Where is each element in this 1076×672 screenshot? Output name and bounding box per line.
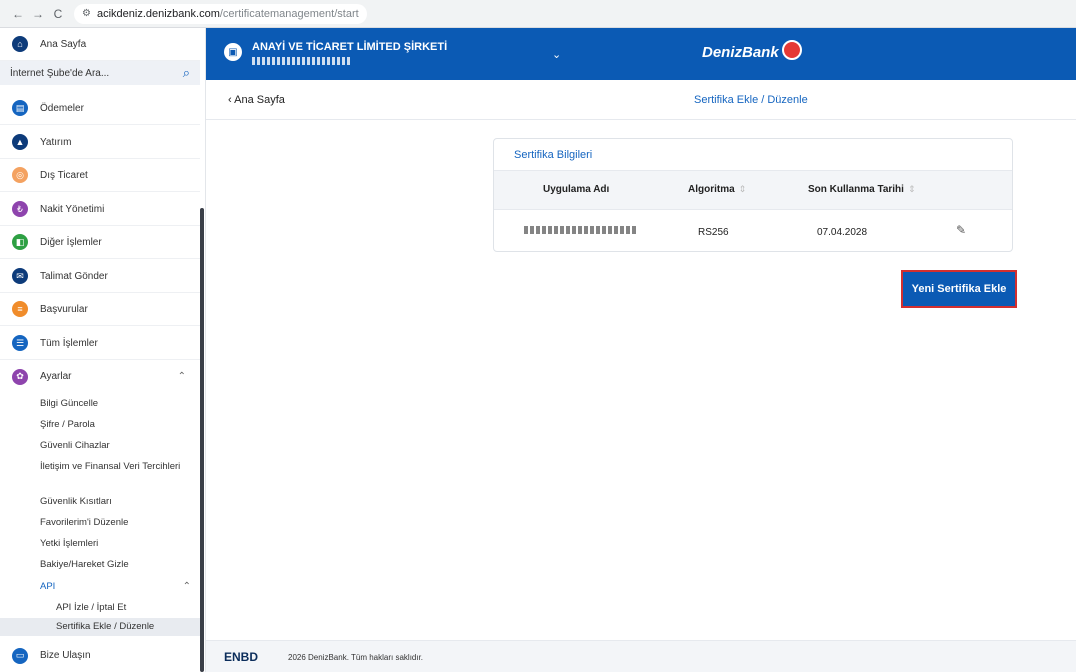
settings-sub-item[interactable]: Yetki İşlemleri [40, 538, 200, 550]
sort-icon[interactable]: ⇕ [908, 184, 916, 194]
sidebar-item-home[interactable]: ⌂ Ana Sayfa [0, 28, 200, 61]
search-input[interactable]: İnternet Şube'de Ara... ⌕ [0, 61, 200, 85]
instruction-icon: ✉ [12, 268, 28, 284]
sidebar-item-label: Ödemeler [40, 102, 84, 114]
cash-icon: ₺ [12, 201, 28, 217]
list-icon: ☰ [12, 335, 28, 351]
chevron-down-icon[interactable]: ⌄ [552, 48, 561, 61]
brand-logo-icon [782, 40, 802, 60]
page-title: Sertifika Ekle / Düzenle [694, 94, 808, 106]
url-path: /certificatemanagement/start [219, 7, 359, 20]
column-header-algorithm[interactable]: Algoritma ⇕ [688, 184, 746, 195]
sidebar-item-label: Başvurular [40, 303, 88, 315]
sidebar-item-applications[interactable]: ≡ Başvurular [0, 293, 200, 326]
table-cell-expiry: 07.04.2028 [817, 227, 868, 238]
sidebar: ⌂ Ana Sayfa İnternet Şube'de Ara... ⌕ ▤ … [0, 28, 206, 672]
sidebar-item-label: Ayarlar [40, 371, 72, 382]
sidebar-item-label: Nakit Yönetimi [40, 203, 105, 215]
url-host: acikdeniz.denizbank.com [96, 7, 220, 20]
footer: ENBD 2026 DenizBank. Tüm hakları saklıdı… [206, 640, 1076, 672]
settings-sub-item[interactable]: Şifre / Parola [40, 419, 200, 431]
sidebar-item-label: Yatırım [40, 136, 72, 148]
back-link[interactable]: ‹ Ana Sayfa [228, 94, 285, 106]
chevron-up-icon[interactable]: ⌃ [183, 581, 191, 592]
forward-arrow-icon[interactable]: → [28, 7, 48, 21]
certificate-card: Sertifika Bilgileri Uygulama Adı Algorit… [493, 138, 1013, 252]
company-icon: ▣ [224, 43, 242, 61]
sidebar-item-investment[interactable]: ▲ Yatırım [0, 126, 200, 159]
column-header-label: Son Kullanma Tarihi [808, 184, 904, 195]
settings-sub-item[interactable]: Güvenlik Kısıtları [40, 496, 200, 508]
sidebar-item-label: Bize Ulaşın [40, 650, 91, 661]
footer-logo: ENBD [224, 650, 259, 664]
page-subheader: ‹ Ana Sayfa Sertifika Ekle / Düzenle [206, 80, 1076, 120]
gear-icon: ✿ [12, 368, 28, 385]
reload-icon[interactable]: C [48, 7, 68, 21]
back-link-label: Ana Sayfa [234, 94, 285, 106]
pencil-icon[interactable]: ✎ [956, 223, 966, 237]
chat-icon: ▭ [12, 647, 28, 664]
brand-logo-text: DenizBank [702, 44, 779, 61]
address-bar[interactable]: ⚙ acikdeniz.denizbank.com /certificatema… [74, 3, 367, 24]
settings-sub-item[interactable]: Güvenli Cihazlar [40, 440, 200, 452]
settings-sub-item[interactable]: Bilgi Güncelle [40, 398, 200, 410]
sidebar-item-cash-management[interactable]: ₺ Nakit Yönetimi [0, 193, 200, 226]
table-cell-algorithm: RS256 [698, 227, 729, 238]
column-header-label: Algoritma [688, 184, 735, 195]
globe-icon: ◎ [12, 167, 28, 183]
table-header: Uygulama Adı Algoritma ⇕ Son Kullanma Tar… [494, 170, 1012, 210]
app-name-redacted [524, 226, 636, 234]
copyright-text: 2026 DenizBank. Tüm hakları saklıdır. [288, 653, 424, 662]
sort-icon[interactable]: ⇕ [739, 184, 747, 194]
add-certificate-button[interactable]: Yeni Sertifika Ekle [901, 270, 1017, 308]
settings-sub-item[interactable]: İletişim ve Finansal Veri Tercihleri [40, 461, 200, 473]
sidebar-scrollbar[interactable] [200, 208, 204, 672]
search-placeholder: İnternet Şube'de Ara... [10, 67, 110, 79]
payments-icon: ▤ [12, 100, 28, 116]
sidebar-item-label: Talimat Gönder [40, 270, 108, 282]
sidebar-item-all-transactions[interactable]: ☰ Tüm İşlemler [0, 327, 200, 360]
api-sub-item-active[interactable]: Sertifika Ekle / Düzenle [56, 621, 154, 632]
home-icon: ⌂ [12, 36, 28, 52]
sidebar-item-label: Tüm İşlemler [40, 337, 98, 349]
applications-icon: ≡ [12, 301, 28, 317]
other-icon: ◧ [12, 234, 28, 250]
site-info-icon[interactable]: ⚙ [82, 8, 91, 19]
sidebar-item-payments[interactable]: ▤ Ödemeler [0, 92, 200, 125]
search-icon[interactable]: ⌕ [183, 65, 190, 81]
settings-sub-item[interactable]: Favorilerim'i Düzenle [40, 517, 200, 529]
api-sub-item[interactable]: API İzle / İptal Et [56, 602, 126, 613]
company-name[interactable]: ANAYİ VE TİCARET LİMİTED ŞİRKETİ [252, 41, 447, 53]
sidebar-item-other[interactable]: ◧ Diğer İşlemler [0, 226, 200, 259]
card-title: Sertifika Bilgileri [514, 149, 593, 161]
sidebar-item-label: Diğer İşlemler [40, 236, 102, 248]
sidebar-item-contact[interactable]: ▭ Bize Ulaşın [0, 639, 200, 672]
sidebar-item-foreign-trade[interactable]: ◎ Dış Ticaret [0, 159, 200, 192]
investment-icon: ▲ [12, 134, 28, 150]
column-header-expiry[interactable]: Son Kullanma Tarihi ⇕ [808, 184, 915, 195]
chevron-up-icon[interactable]: ⌃ [178, 371, 186, 382]
sidebar-item-label: Dış Ticaret [40, 169, 88, 181]
column-header-app-name: Uygulama Adı [543, 184, 610, 195]
top-header: ▣ ANAYİ VE TİCARET LİMİTED ŞİRKETİ ⌄ Den… [206, 28, 1076, 80]
browser-toolbar: ← → C ⚙ acikdeniz.denizbank.com /certifi… [0, 0, 1076, 28]
sidebar-item-instruction[interactable]: ✉ Talimat Gönder [0, 260, 200, 293]
sidebar-item-settings[interactable]: ✿ Ayarlar ⌃ [0, 360, 200, 393]
sidebar-item-label: Ana Sayfa [40, 38, 87, 50]
back-arrow-icon[interactable]: ← [8, 7, 28, 21]
company-subtitle-redacted [252, 57, 352, 65]
sidebar-item-api[interactable]: API [40, 581, 200, 593]
settings-sub-item[interactable]: Bakiye/Hareket Gizle [40, 559, 200, 571]
